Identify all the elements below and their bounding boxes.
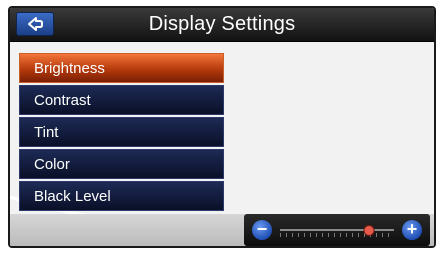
menu-item-color[interactable]: Color — [19, 149, 224, 179]
menu-item-label: Black Level — [34, 188, 111, 205]
content-area: Brightness Contrast Tint Color Black Lev… — [10, 42, 434, 246]
plus-icon: + — [406, 219, 418, 239]
adjustment-slider: − + — [244, 214, 430, 246]
page-title: Display Settings — [148, 13, 296, 35]
menu-item-label: Contrast — [34, 92, 91, 109]
menu-item-contrast[interactable]: Contrast — [19, 85, 224, 115]
slider-knob[interactable] — [363, 225, 375, 236]
slider-track[interactable] — [280, 229, 394, 231]
increase-button[interactable]: + — [402, 220, 422, 240]
decrease-button[interactable]: − — [252, 220, 272, 240]
menu-item-brightness[interactable]: Brightness — [19, 53, 224, 83]
menu-item-label: Color — [34, 156, 70, 173]
slider-ticks — [280, 233, 394, 237]
menu-item-black-level[interactable]: Black Level — [19, 181, 224, 211]
menu-item-label: Tint — [34, 124, 59, 141]
title-bar: Display Settings — [10, 8, 434, 42]
settings-menu: Brightness Contrast Tint Color Black Lev… — [19, 53, 224, 213]
display-settings-screen: Display Settings Brightness Contrast Tin… — [8, 6, 436, 248]
menu-item-tint[interactable]: Tint — [19, 117, 224, 147]
minus-icon: − — [256, 219, 268, 239]
menu-item-label: Brightness — [34, 60, 105, 77]
